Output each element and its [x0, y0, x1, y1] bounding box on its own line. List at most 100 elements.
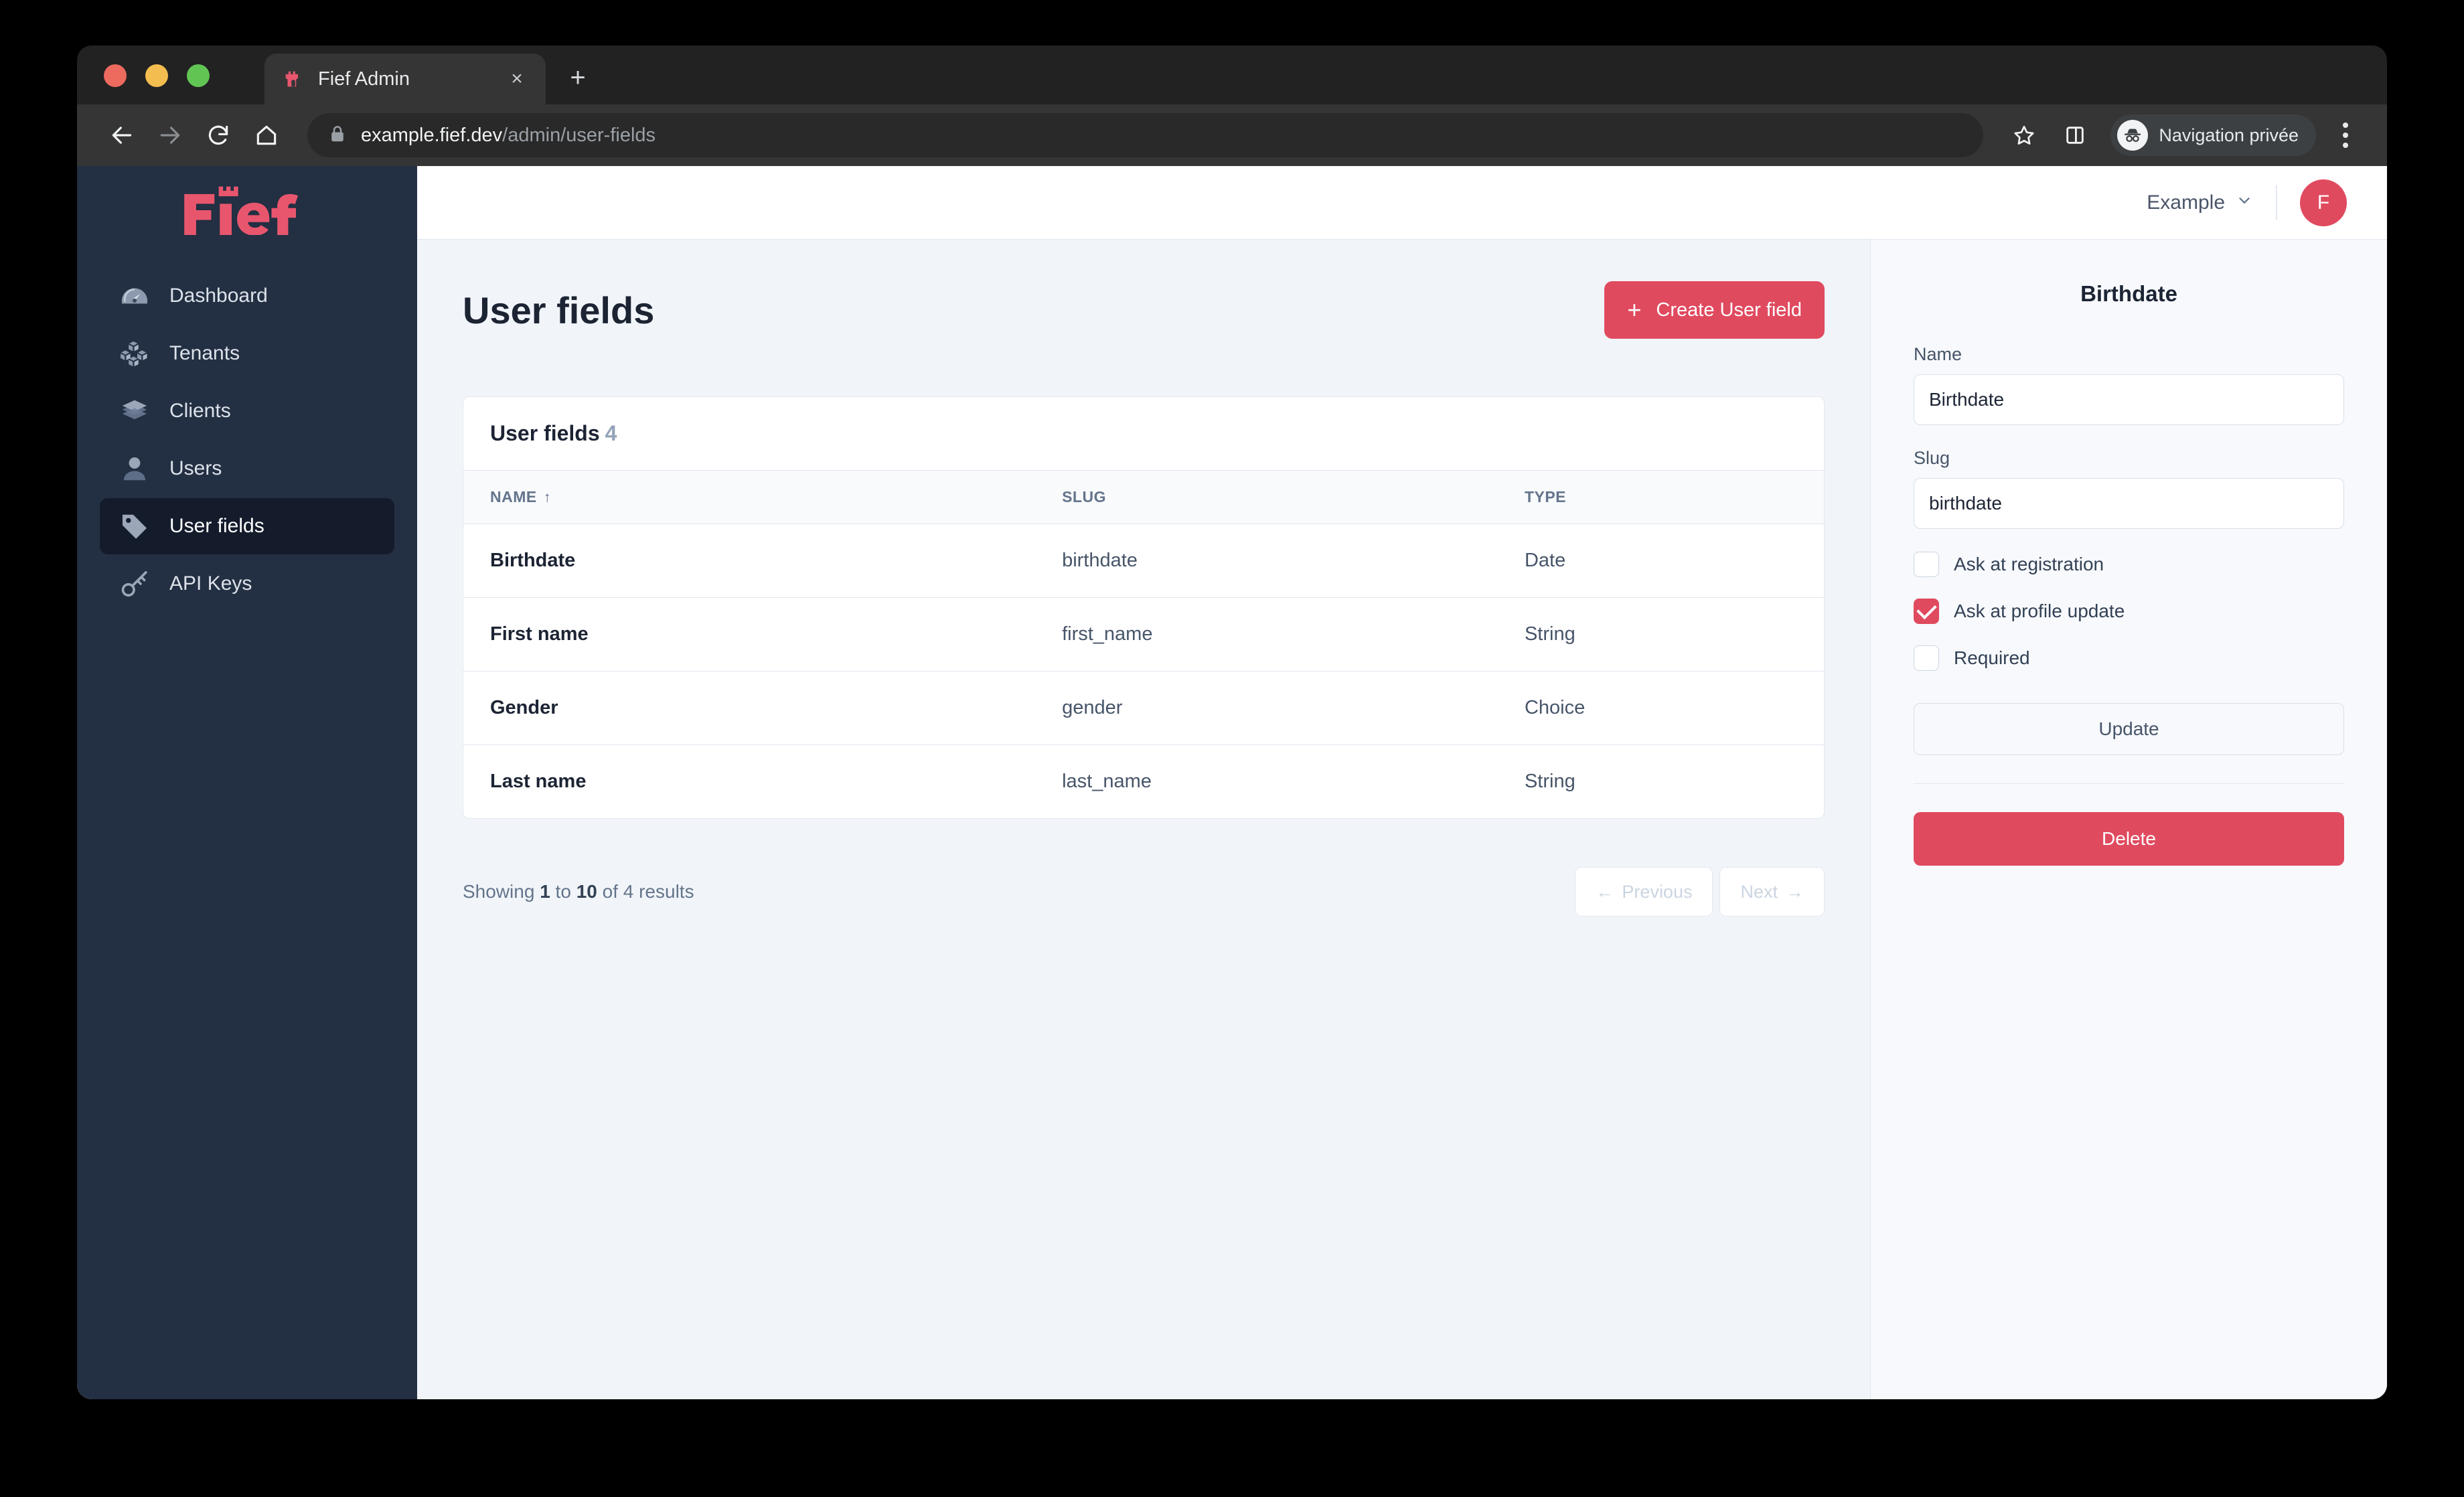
maximize-window-button[interactable]	[187, 64, 210, 87]
sidebar-item-users[interactable]: Users	[100, 441, 394, 497]
cell-slug: last_name	[1062, 771, 1152, 792]
table-body: Birthdate birthdate Date First name firs…	[463, 524, 1824, 819]
close-window-button[interactable]	[104, 64, 127, 87]
slug-field-group: Slug	[1914, 448, 2344, 529]
tag-icon	[119, 510, 151, 542]
sidebar-item-api-keys[interactable]: API Keys	[100, 556, 394, 612]
user-fields-table: NAME ↑ SLUG TYPE Birthdate birthdate Dat…	[463, 470, 1824, 818]
toolbar-actions: Navigation privée	[2002, 113, 2364, 157]
column-header-name-label: NAME	[490, 488, 537, 505]
next-label: Next	[1740, 881, 1778, 902]
fief-logo[interactable]	[77, 166, 417, 254]
star-icon[interactable]	[2002, 113, 2046, 157]
side-panel-icon[interactable]	[2053, 113, 2097, 157]
pagination: Showing 1 to 10 of 4 results ← Previous …	[463, 867, 1825, 917]
url-domain: example.fief.dev	[361, 124, 503, 146]
chevron-down-icon	[2236, 191, 2253, 214]
slug-field-label: Slug	[1914, 448, 1950, 468]
plus-icon: +	[1627, 296, 1642, 323]
incognito-indicator[interactable]: Navigation privée	[2110, 114, 2316, 156]
browser-tab[interactable]: Fief Admin ×	[264, 54, 546, 104]
lock-icon	[327, 124, 348, 147]
ask-at-registration-row[interactable]: Ask at registration	[1914, 552, 2344, 577]
sidebar-item-label: Users	[169, 457, 222, 479]
slug-input[interactable]	[1914, 478, 2344, 529]
sidebar-item-user-fields[interactable]: User fields	[100, 498, 394, 554]
range-to: 10	[576, 881, 597, 902]
table-row[interactable]: Birthdate birthdate Date	[463, 524, 1824, 598]
cell-slug: first_name	[1062, 597, 1525, 672]
required-checkbox[interactable]	[1914, 645, 1939, 671]
required-row[interactable]: Required	[1914, 645, 2344, 671]
previous-label: Previous	[1622, 881, 1693, 902]
tenant-name: Example	[2147, 191, 2225, 214]
card-header: User fields 4	[463, 397, 1824, 470]
detail-panel-title: Birthdate	[2080, 281, 2177, 306]
sidebar-item-clients[interactable]: Clients	[100, 383, 394, 439]
page-header: User fields + Create User field	[463, 281, 1825, 339]
table-header-row: NAME ↑ SLUG TYPE	[463, 470, 1824, 524]
sidebar-item-label: Tenants	[169, 342, 240, 364]
ask-at-registration-checkbox[interactable]	[1914, 552, 1939, 577]
range-from: 1	[540, 881, 550, 902]
avatar[interactable]: F	[2300, 179, 2347, 226]
left-arrow-icon: ←	[1596, 881, 1614, 902]
content-column: Example F User fields + Create User fiel…	[417, 166, 2387, 1399]
column-header-name[interactable]: NAME ↑	[463, 471, 1062, 524]
range-suffix: of 4 results	[597, 881, 694, 902]
sidebar-item-label: API Keys	[169, 572, 252, 595]
kebab-menu-icon[interactable]	[2327, 113, 2364, 157]
range-mid: to	[550, 881, 576, 902]
column-header-slug[interactable]: SLUG	[1062, 471, 1525, 524]
detail-panel: Birthdate Name Slug Ask at registration	[1870, 240, 2387, 1399]
table-row[interactable]: Gender gender Choice	[463, 671, 1824, 745]
name-input[interactable]	[1914, 374, 2344, 425]
browser-toolbar: example.fief.dev/admin/user-fields Navig…	[77, 104, 2387, 166]
next-page-button[interactable]: Next →	[1719, 867, 1825, 917]
forward-arrow-icon[interactable]	[148, 113, 192, 157]
cell-slug: birthdate	[1062, 524, 1525, 598]
reload-icon[interactable]	[196, 113, 240, 157]
minimize-window-button[interactable]	[145, 64, 168, 87]
tab-strip: Fief Admin × +	[77, 46, 2387, 104]
ask-at-profile-update-row[interactable]: Ask at profile update	[1914, 599, 2344, 624]
back-arrow-icon[interactable]	[100, 113, 144, 157]
new-tab-button[interactable]: +	[562, 62, 594, 94]
home-icon[interactable]	[244, 113, 289, 157]
fief-castle-icon	[282, 68, 305, 90]
update-button[interactable]: Update	[1914, 703, 2344, 755]
create-user-field-button[interactable]: + Create User field	[1604, 281, 1825, 339]
page-title: User fields	[463, 289, 655, 331]
sidebar-item-dashboard[interactable]: Dashboard	[100, 268, 394, 324]
table-row[interactable]: Last name last_name String	[463, 745, 1824, 819]
cell-type: Choice	[1524, 671, 1824, 745]
cubes-icon	[119, 337, 151, 370]
close-tab-button[interactable]: ×	[506, 68, 528, 90]
column-header-type[interactable]: TYPE	[1525, 471, 1824, 524]
pagination-summary: Showing 1 to 10 of 4 results	[463, 881, 694, 902]
ask-at-profile-update-label: Ask at profile update	[1954, 601, 2125, 621]
card-title: User fields	[490, 421, 600, 445]
cell-name: Last name	[490, 771, 587, 792]
main-content: User fields + Create User field User fie…	[417, 240, 1870, 1399]
user-fields-card: User fields 4 NAME ↑ SLUG TYPE Birthdate…	[463, 396, 1825, 819]
incognito-icon	[2117, 120, 2149, 151]
app-header: Example F	[417, 166, 2387, 240]
sidebar-item-tenants[interactable]: Tenants	[100, 325, 394, 382]
cell-name: Birthdate	[463, 524, 1063, 598]
delete-button[interactable]: Delete	[1914, 812, 2344, 866]
address-bar[interactable]: example.fief.dev/admin/user-fields	[307, 113, 1984, 157]
ask-at-profile-update-checkbox[interactable]	[1914, 599, 1939, 624]
sidebar-item-label: Dashboard	[169, 285, 268, 307]
layers-icon	[119, 395, 151, 427]
cell-type: String	[1524, 597, 1824, 672]
table-row[interactable]: First name first_name String	[463, 597, 1824, 672]
ask-at-registration-label: Ask at registration	[1954, 554, 2104, 574]
cell-name: First name	[463, 597, 1063, 672]
tenant-selector[interactable]: Example	[2147, 191, 2276, 214]
incognito-label: Navigation privée	[2159, 125, 2299, 145]
body-row: User fields + Create User field User fie…	[417, 240, 2387, 1399]
browser-window: Fief Admin × + example.fief.dev/admin/us…	[77, 46, 2387, 1399]
header-divider	[2276, 185, 2277, 220]
previous-page-button[interactable]: ← Previous	[1575, 867, 1713, 917]
